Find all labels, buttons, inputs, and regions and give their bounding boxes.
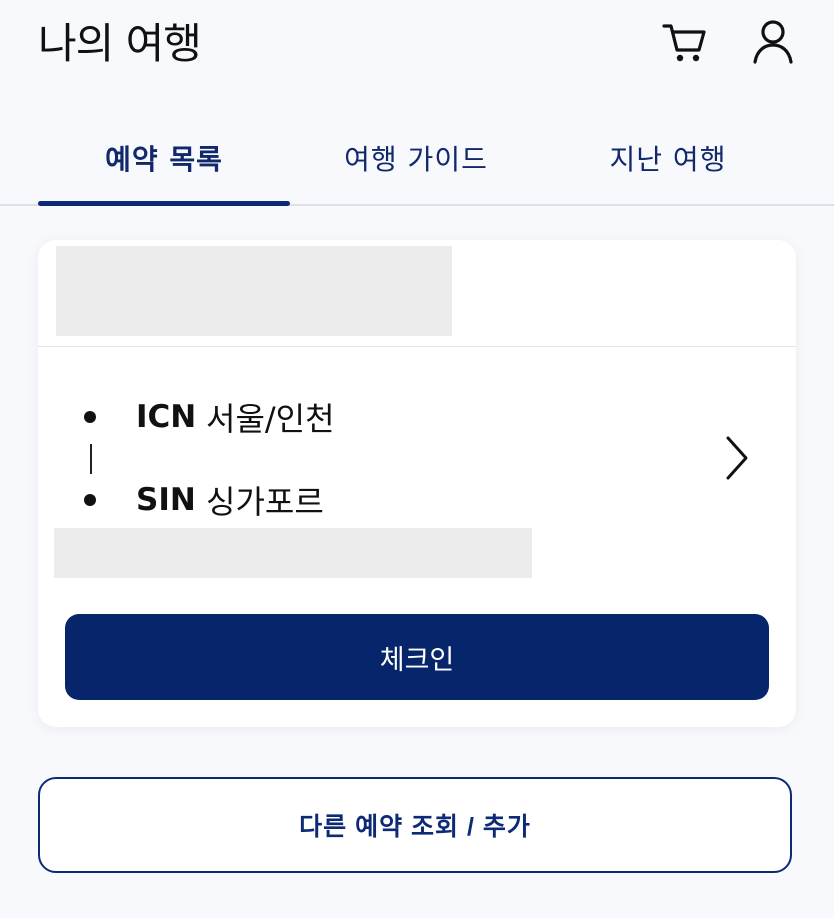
page-title: 나의 여행	[38, 19, 202, 68]
tab-travel-guide[interactable]: 여행 가이드	[290, 112, 542, 204]
cart-icon	[662, 24, 706, 62]
destination-dot	[84, 494, 96, 506]
profile-button[interactable]	[745, 14, 801, 70]
chevron-right-icon[interactable]	[722, 434, 752, 482]
booking-card: ICN 서울/인천 SIN 싱가포르 체크인	[38, 240, 796, 727]
route-connector	[90, 444, 92, 474]
route-summary[interactable]: ICN 서울/인천 SIN 싱가포르	[38, 380, 796, 521]
booking-detail-placeholder	[54, 528, 532, 578]
checkin-button[interactable]: 체크인	[65, 614, 769, 700]
tab-active-indicator	[38, 201, 290, 206]
app-header: 나의 여행	[0, 0, 834, 100]
tab-booking-list[interactable]: 예약 목록	[38, 112, 290, 204]
destination-code: SIN	[136, 482, 196, 518]
other-booking-button[interactable]: 다른 예약 조회 / 추가	[38, 777, 792, 873]
user-icon	[753, 20, 793, 64]
tab-bar: 예약 목록 여행 가이드 지난 여행	[0, 112, 834, 206]
tab-past-trips[interactable]: 지난 여행	[542, 112, 794, 204]
card-divider	[38, 346, 796, 347]
origin-city: 서울/인천	[206, 400, 335, 438]
origin-dot	[84, 411, 96, 423]
destination-city: 싱가포르	[206, 483, 324, 521]
origin-code: ICN	[136, 399, 197, 435]
booking-info-placeholder	[56, 246, 452, 336]
cart-button[interactable]	[656, 14, 712, 70]
